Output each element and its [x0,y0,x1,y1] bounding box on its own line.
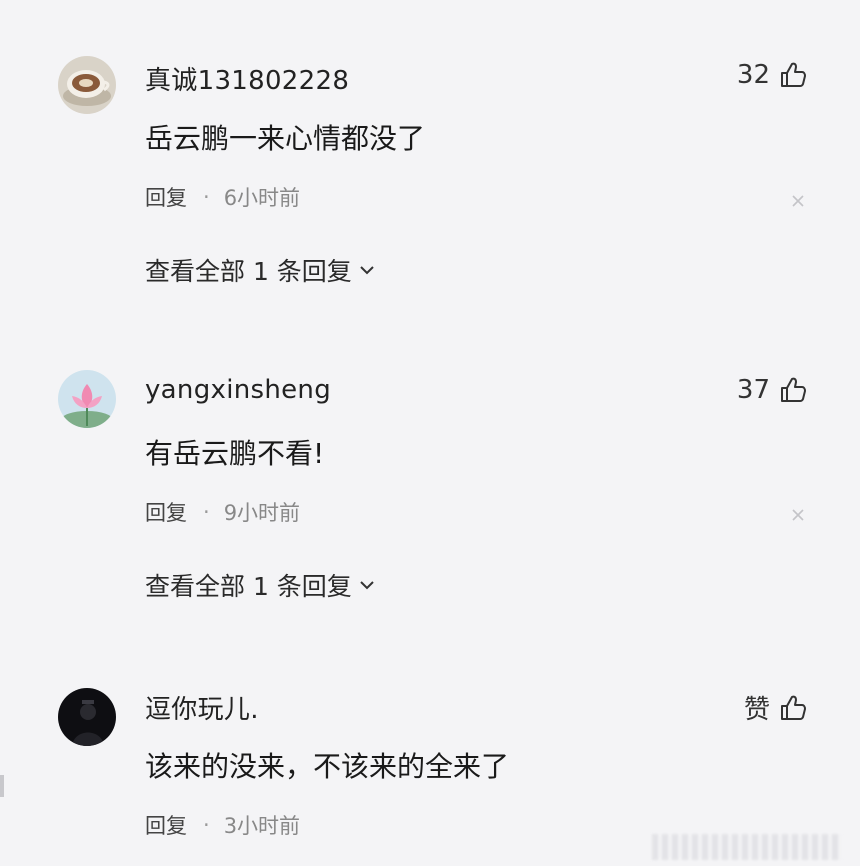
thumbs-up-icon [781,62,806,87]
blurred-watermark [652,834,842,860]
avatar[interactable] [58,56,116,114]
thumbs-up-icon [781,377,806,402]
view-replies-label: 查看全部 1 条回复 [145,257,352,286]
comment-meta: 回复 · 3小时前 [145,810,300,840]
like-button[interactable]: 赞 [744,689,808,726]
comment-time: 6小时前 [223,186,301,210]
comment-username[interactable]: yangxinsheng [145,375,331,405]
avatar[interactable] [58,370,116,428]
separator-dot: · [203,813,210,837]
like-count: 32 [736,60,770,90]
thumbs-up-icon [781,695,806,720]
chevron-down-icon [360,266,374,275]
chevron-down-icon [360,581,374,590]
comment-meta: 回复 · 9小时前 [145,497,300,527]
view-replies-button[interactable]: 查看全部 1 条回复 [145,567,376,603]
comment-text: 岳云鹏一来心情都没了 [145,122,426,155]
close-icon[interactable] [790,507,806,523]
comment-time: 9小时前 [223,501,301,525]
like-label: 赞 [743,695,770,725]
avatar[interactable] [58,688,116,746]
like-button[interactable]: 32 [737,60,808,90]
like-button[interactable]: 37 [737,375,808,405]
comment-text: 该来的没来，不该来的全来了 [145,750,510,783]
close-icon[interactable] [790,193,806,209]
separator-dot: · [203,500,210,524]
comment-time: 3小时前 [223,814,301,838]
comment-text: 有岳云鹏不看! [145,437,325,470]
reply-button[interactable]: 回复 [145,497,187,527]
reply-button[interactable]: 回复 [145,182,187,212]
like-count: 37 [736,375,770,405]
comment-username[interactable]: 逗你玩儿. [145,689,259,726]
reply-button[interactable]: 回复 [145,810,187,840]
view-replies-label: 查看全部 1 条回复 [145,572,352,601]
lotus-icon [58,370,116,428]
coffee-cup-icon [58,56,116,114]
comment-username[interactable]: 真诚131802228 [145,60,349,97]
separator-dot: · [203,185,210,209]
view-replies-button[interactable]: 查看全部 1 条回复 [145,252,376,288]
edge-divider [0,775,4,797]
dark-photo-icon [58,688,116,746]
comment-meta: 回复 · 6小时前 [145,182,300,212]
